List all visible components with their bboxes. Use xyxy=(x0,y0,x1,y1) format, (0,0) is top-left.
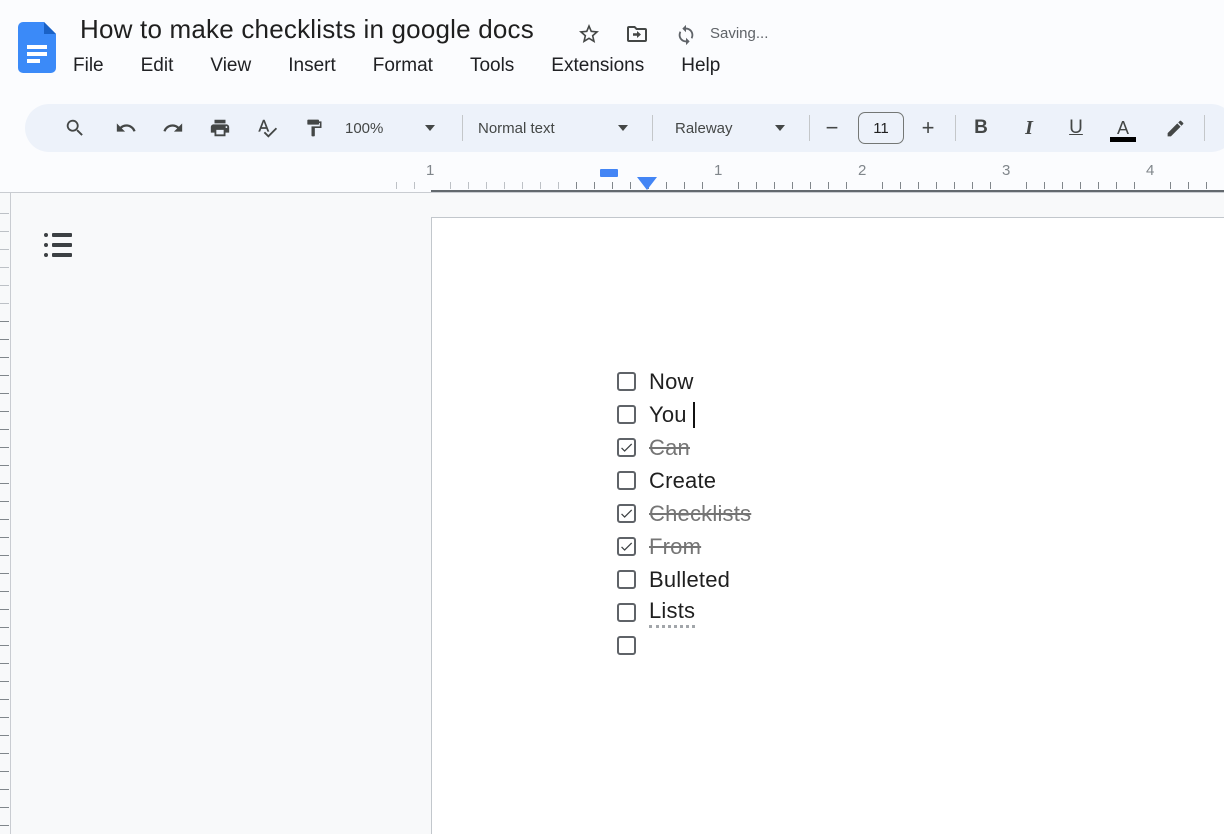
menu-item-help[interactable]: Help xyxy=(675,53,726,79)
toolbar-divider xyxy=(809,115,810,141)
ruler-inch-label: 2 xyxy=(858,162,866,179)
checkbox-unchecked[interactable] xyxy=(617,372,636,391)
document-title[interactable]: How to make checklists in google docs xyxy=(80,14,534,45)
paragraph-style-select[interactable]: Normal text xyxy=(470,110,636,146)
sync-icon xyxy=(673,22,699,48)
checkbox-unchecked[interactable] xyxy=(617,570,636,589)
checklist-text[interactable]: Bulleted xyxy=(649,567,730,593)
underline-button[interactable]: U xyxy=(1058,110,1094,146)
menu-item-view[interactable]: View xyxy=(204,53,257,79)
toolbar-divider xyxy=(652,115,653,141)
menu-item-format[interactable]: Format xyxy=(367,53,439,79)
menu-item-edit[interactable]: Edit xyxy=(135,53,180,79)
checklist-item-from: From xyxy=(617,530,751,563)
move-folder-icon[interactable] xyxy=(624,21,650,47)
insert-link-icon[interactable] xyxy=(1216,110,1224,146)
checkbox-unchecked[interactable] xyxy=(617,471,636,490)
checklist-text[interactable]: Now xyxy=(649,369,694,395)
docs-logo-icon[interactable] xyxy=(18,22,56,74)
horizontal-ruler[interactable]: 1 1 2 3 4 xyxy=(0,160,1224,192)
checklist-item-can: Can xyxy=(617,431,751,464)
checklist-text[interactable]: From xyxy=(649,534,701,560)
checkbox-checked[interactable] xyxy=(617,504,636,523)
print-icon[interactable] xyxy=(202,110,238,146)
zoom-select[interactable]: 100% xyxy=(337,110,443,146)
chevron-down-icon xyxy=(775,125,785,131)
checkbox-unchecked[interactable] xyxy=(617,636,636,655)
checklist-text[interactable]: Lists xyxy=(649,598,695,628)
document-page[interactable]: Now You Can Create Checklists From Bulleted Lis… xyxy=(431,217,1224,834)
checklist: Now You Can Create Checklists From Bulleted Lis… xyxy=(617,365,751,662)
ruler-inch-label: 4 xyxy=(1146,162,1154,179)
outline-icon xyxy=(44,233,82,237)
checklist-text[interactable]: You xyxy=(649,402,687,428)
menu-item-insert[interactable]: Insert xyxy=(282,53,342,79)
chevron-down-icon xyxy=(618,125,628,131)
checklist-item-bulleted: Bulleted xyxy=(617,563,751,596)
toolbar: 100% Normal text Raleway − 11 + B I U A xyxy=(25,104,1224,152)
checklist-item-lists: Lists xyxy=(617,596,751,629)
menu-item-extensions[interactable]: Extensions xyxy=(545,53,650,79)
star-icon[interactable] xyxy=(576,21,602,47)
font-size-input[interactable]: 11 xyxy=(858,112,904,144)
text-color-button[interactable]: A xyxy=(1105,110,1141,146)
highlight-color-icon[interactable] xyxy=(1157,110,1193,146)
zoom-value: 100% xyxy=(345,120,415,137)
font-family-select[interactable]: Raleway xyxy=(667,110,793,146)
toolbar-divider xyxy=(1204,115,1205,141)
toolbar-divider xyxy=(462,115,463,141)
checkbox-unchecked[interactable] xyxy=(617,405,636,424)
menubar: File Edit View Insert Format Tools Extensions H… xyxy=(67,53,726,79)
saving-status: Saving... xyxy=(710,25,768,42)
chevron-down-icon xyxy=(425,125,435,131)
text-cursor xyxy=(693,402,696,428)
checkbox-checked[interactable] xyxy=(617,438,636,457)
text-color-label: A xyxy=(1117,118,1129,139)
ruler-inch-label: 1 xyxy=(714,162,722,179)
checklist-item-you: You xyxy=(617,398,751,431)
italic-button[interactable]: I xyxy=(1011,110,1047,146)
menu-item-file[interactable]: File xyxy=(67,53,110,79)
menu-item-tools[interactable]: Tools xyxy=(464,53,520,79)
font-family-value: Raleway xyxy=(675,120,765,137)
decrease-font-size-button[interactable]: − xyxy=(814,110,850,146)
current-color-swatch xyxy=(1110,137,1136,142)
checklist-item-checklists: Checklists xyxy=(617,497,751,530)
vertical-ruler-border xyxy=(10,193,11,834)
undo-icon[interactable] xyxy=(108,110,144,146)
ruler-inch-label: 1 xyxy=(426,162,434,179)
search-icon[interactable] xyxy=(57,110,93,146)
ruler-inch-label: 3 xyxy=(1002,162,1010,179)
checklist-item-now: Now xyxy=(617,365,751,398)
first-line-indent-marker[interactable] xyxy=(600,169,618,177)
paint-format-icon[interactable] xyxy=(296,110,332,146)
paragraph-style-value: Normal text xyxy=(478,120,608,137)
checklist-item-empty xyxy=(617,629,751,662)
checkbox-unchecked[interactable] xyxy=(617,603,636,622)
checkbox-checked[interactable] xyxy=(617,537,636,556)
spellcheck-icon[interactable] xyxy=(249,110,285,146)
checklist-text[interactable]: Create xyxy=(649,468,716,494)
checklist-text[interactable]: Can xyxy=(649,435,690,461)
checklist-item-create: Create xyxy=(617,464,751,497)
bold-button[interactable]: B xyxy=(963,110,999,146)
left-indent-marker[interactable] xyxy=(637,177,657,190)
document-canvas: Now You Can Create Checklists From Bulleted Lis… xyxy=(0,192,1224,834)
increase-font-size-button[interactable]: + xyxy=(910,110,946,146)
redo-icon[interactable] xyxy=(155,110,191,146)
checklist-text[interactable]: Checklists xyxy=(649,501,751,527)
toolbar-divider xyxy=(955,115,956,141)
show-document-outline-button[interactable] xyxy=(44,225,82,265)
